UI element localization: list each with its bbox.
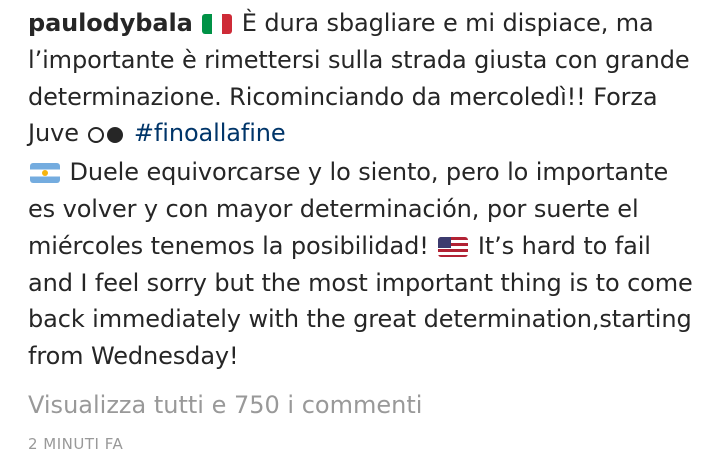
hashtag-link[interactable]: #finoallafine xyxy=(134,119,286,147)
username-link[interactable]: paulodybala xyxy=(28,9,193,37)
flag-argentina-icon xyxy=(30,163,60,184)
white-circle-black-circle-icon xyxy=(88,117,126,154)
post-timestamp: 2 MINUTI FA xyxy=(28,435,124,453)
post-caption: paulodybala È dura sbagliare e mi dispia… xyxy=(28,5,700,375)
white-circle-icon xyxy=(88,127,105,144)
black-circle-icon xyxy=(107,127,124,144)
flag-usa-icon xyxy=(438,236,469,257)
flag-italy-icon xyxy=(202,14,233,34)
view-all-comments-link[interactable]: Visualizza tutti e 750 i commenti xyxy=(28,389,422,421)
